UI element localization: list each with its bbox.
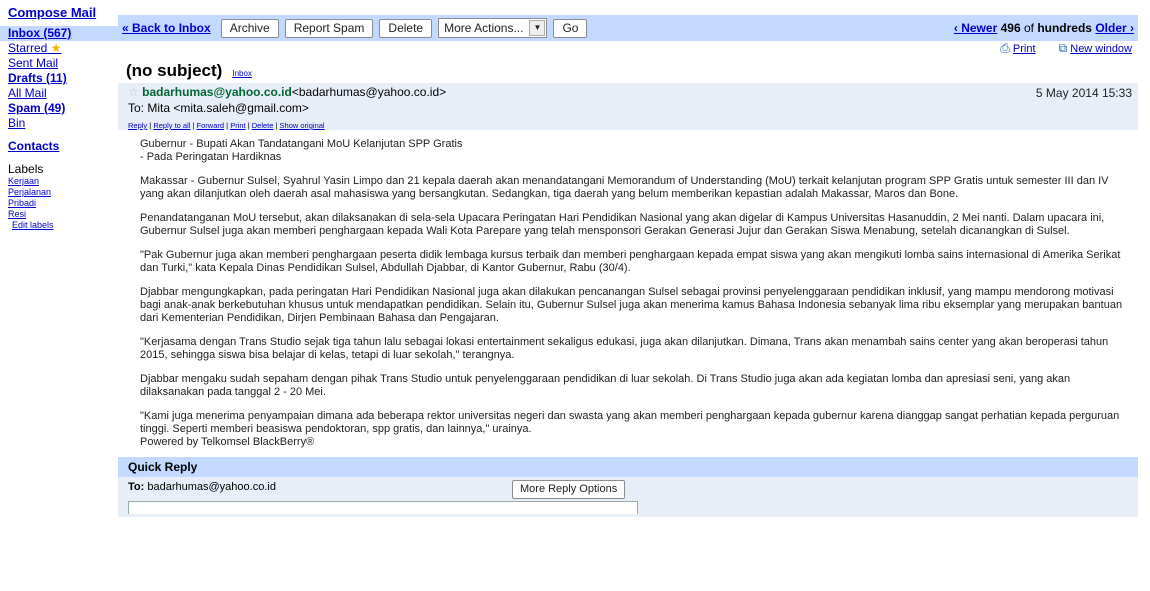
newer-link[interactable]: ‹ Newer (954, 21, 997, 35)
sidebar-item-drafts[interactable]: Drafts (11) (8, 71, 120, 86)
body-paragraph: "Pak Gubernur juga akan memberi pengharg… (140, 249, 1121, 274)
print-link[interactable]: Print (1013, 43, 1036, 55)
edit-labels-link[interactable]: Edit labels (8, 220, 120, 231)
sender-name[interactable]: badarhumas@yahoo.co.id (142, 85, 292, 99)
report-spam-button[interactable]: Report Spam (284, 18, 374, 38)
inbox-label-tag[interactable]: Inbox (232, 69, 252, 78)
recipient-line: To: Mita <mita.saleh@gmail.com> (128, 101, 309, 115)
sidebar-item-sent-mail[interactable]: Sent Mail (8, 56, 120, 71)
quick-reply-to-label: To: (128, 481, 145, 493)
label-perjalanan[interactable]: Perjalanan (8, 187, 120, 198)
pager-of: of (1020, 21, 1038, 35)
chevron-down-icon: ▼ (529, 20, 546, 36)
sender-email: <badarhumas@yahoo.co.id> (291, 85, 447, 99)
quick-reply-to-value: badarhumas@yahoo.co.id (144, 481, 276, 493)
back-to-inbox-link[interactable]: « Back to Inbox (122, 21, 211, 35)
star-outline-icon[interactable]: ☆ (128, 85, 139, 99)
message-actions: Reply | Reply to all | Forward | Print |… (128, 121, 325, 130)
sidebar-item-inbox[interactable]: Inbox (567) (0, 26, 120, 41)
labels-list: Kerjaan Perjalanan Pribadi Resi Edit lab… (8, 176, 120, 231)
body-paragraph: "Kami juga menerima penyampaian dimana a… (140, 410, 1120, 448)
message-view: « Back to Inbox Archive Report Spam Dele… (118, 15, 1138, 517)
body-paragraph: Penandatanganan MoU tersebut, akan dilak… (140, 212, 1105, 237)
sidebar-item-all-mail[interactable]: All Mail (8, 86, 120, 101)
quick-reply-panel: To: badarhumas@yahoo.co.id More Reply Op… (118, 477, 1138, 517)
quick-reply-to: To: badarhumas@yahoo.co.id (128, 481, 1128, 493)
body-paragraph: Gubernur - Bupati Akan Tandatangani MoU … (140, 138, 463, 163)
body-paragraph: Djabbar mengungkapkan, pada peringatan H… (140, 286, 1123, 324)
label-resi[interactable]: Resi (8, 209, 120, 220)
body-paragraph: Makassar - Gubernur Sulsel, Syahrul Yasi… (140, 175, 1109, 200)
new-window-link[interactable]: New window (1070, 43, 1132, 55)
quick-reply-title: Quick Reply (118, 457, 1138, 477)
sidebar: Compose Mail Inbox (567) Starred ★ Sent … (0, 0, 120, 231)
new-window-icon: ⧉ (1058, 41, 1068, 55)
label-pribadi[interactable]: Pribadi (8, 198, 120, 209)
subject-row: (no subject) Inbox (118, 61, 1138, 83)
quick-reply-textarea[interactable] (128, 501, 638, 514)
message-body: Gubernur - Bupati Akan Tandatangani MoU … (118, 130, 1138, 457)
sidebar-item-starred[interactable]: Starred ★ (8, 41, 120, 56)
label-kerjaan[interactable]: Kerjaan (8, 176, 120, 187)
body-paragraph: "Kerjasama dengan Trans Studio sejak tig… (140, 336, 1109, 361)
star-icon: ★ (50, 41, 62, 55)
message-subject: (no subject) (126, 61, 223, 80)
reply-all-link[interactable]: Reply to all (153, 121, 190, 130)
forward-link[interactable]: Forward (197, 121, 225, 130)
delete-message-link[interactable]: Delete (252, 121, 274, 130)
sender-line: ☆ badarhumas@yahoo.co.id<badarhumas@yaho… (128, 85, 1132, 99)
sidebar-item-bin[interactable]: Bin (8, 116, 120, 131)
print-bar: ⎙ Print ⧉ New window (118, 41, 1138, 61)
sidebar-item-spam[interactable]: Spam (49) (8, 101, 120, 116)
pager-count: 496 (1000, 21, 1021, 35)
body-paragraph: Djabbar mengaku sudah sepaham dengan pih… (140, 373, 1071, 398)
pager: ‹ Newer 496 of hundreds Older › (954, 21, 1134, 35)
delete-button[interactable]: Delete (379, 18, 433, 38)
sidebar-nav: Inbox (567) Starred ★ Sent Mail Drafts (… (0, 26, 120, 131)
message-header: ☆ badarhumas@yahoo.co.id<badarhumas@yaho… (118, 83, 1138, 130)
more-actions-value: More Actions... (444, 21, 524, 35)
more-actions-select[interactable]: More Actions... ▼ (438, 18, 548, 38)
sidebar-item-label: Starred (8, 41, 48, 55)
message-toolbar: « Back to Inbox Archive Report Spam Dele… (118, 15, 1138, 41)
more-reply-options-button[interactable]: More Reply Options (512, 480, 626, 499)
pager-total: hundreds (1037, 21, 1092, 35)
message-date: 5 May 2014 15:33 (1035, 86, 1132, 100)
show-original-link[interactable]: Show original (280, 121, 325, 130)
archive-button[interactable]: Archive (220, 18, 279, 38)
reply-link[interactable]: Reply (128, 121, 147, 130)
compose-mail-link[interactable]: Compose Mail (8, 5, 120, 20)
contacts-link[interactable]: Contacts (8, 139, 120, 153)
go-button[interactable]: Go (553, 18, 588, 38)
older-link[interactable]: Older › (1095, 21, 1134, 35)
printer-icon: ⎙ (1000, 41, 1010, 55)
print-message-link[interactable]: Print (230, 121, 245, 130)
labels-heading: Labels (8, 162, 44, 176)
